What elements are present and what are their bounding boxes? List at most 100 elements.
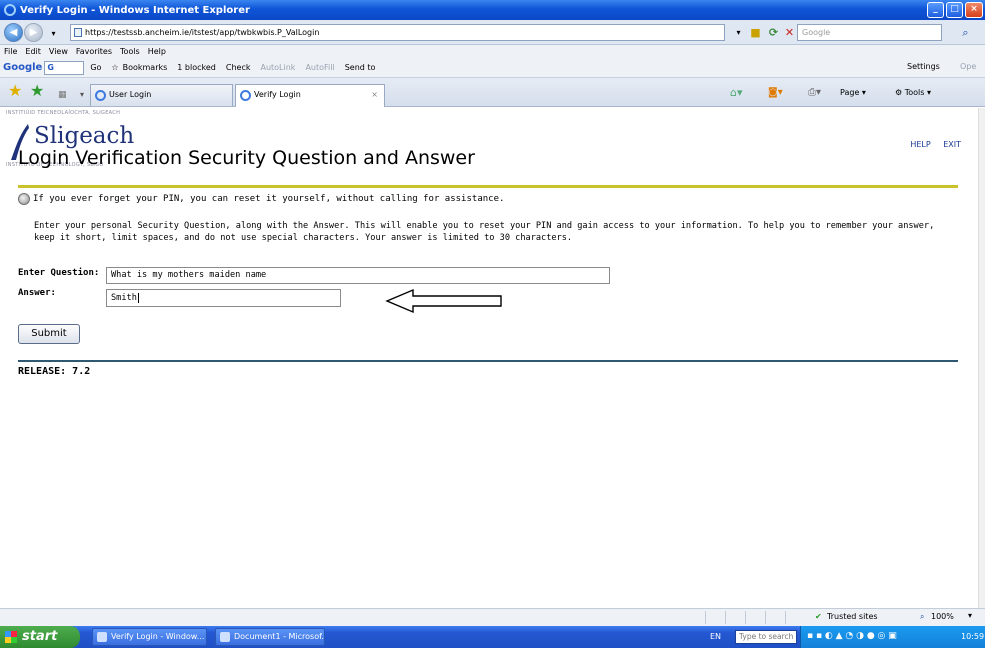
google-toolbar: Google G Go ☆ Bookmarks 1 blocked Check … xyxy=(0,58,985,78)
menu-favorites[interactable]: Favorites xyxy=(76,47,112,56)
security-zone[interactable]: Trusted sites xyxy=(827,612,878,621)
annotation-arrow-icon xyxy=(385,288,502,314)
page-title: Login Verification Security Question and… xyxy=(18,147,475,169)
lightbulb-icon xyxy=(18,193,30,205)
instructions-line-2: keep it short, limit spaces, and do not … xyxy=(34,233,573,243)
status-segment xyxy=(785,611,786,624)
address-dropdown-icon[interactable]: ▾ xyxy=(731,25,746,40)
address-url: https://testssb.ancheim.ie/itstest/app/t… xyxy=(85,28,320,37)
menu-bar: File Edit View Favorites Tools Help xyxy=(0,45,985,58)
task-label: Document1 - Microsof... xyxy=(234,632,325,641)
exit-link[interactable]: EXIT xyxy=(943,140,961,149)
google-settings-button[interactable]: Settings xyxy=(907,62,940,71)
page-menu-button[interactable]: Page ▾ xyxy=(840,86,866,100)
history-dropdown-icon[interactable]: ▾ xyxy=(46,26,61,41)
gear-icon: ⚙ xyxy=(895,88,903,97)
tab-label: User Login xyxy=(109,90,152,99)
forward-button[interactable]: ▶ xyxy=(24,23,43,42)
question-input[interactable]: What is my mothers maiden name xyxy=(106,267,610,284)
submit-button[interactable]: Submit xyxy=(18,324,80,344)
tools-menu-button[interactable]: ⚙ Tools ▾ xyxy=(895,86,931,100)
google-go-button[interactable]: Go xyxy=(90,63,101,72)
answer-label: Answer: xyxy=(18,288,56,298)
desktop-search-input[interactable]: Type to search xyxy=(735,630,797,644)
search-placeholder: Google xyxy=(802,28,831,37)
lock-icon[interactable]: ■ xyxy=(748,25,763,40)
tab-ie-icon xyxy=(95,90,106,101)
page-content: INSTITIÚID TEICNEOLAÍOCHTA, SLIGEACH Sli… xyxy=(0,108,978,608)
send-to-button[interactable]: Send to xyxy=(345,63,376,72)
google-logo: Google xyxy=(3,62,43,73)
language-indicator[interactable]: EN xyxy=(710,632,721,641)
search-input[interactable]: Google xyxy=(797,24,942,41)
close-tab-icon[interactable]: × xyxy=(371,85,378,105)
tabs-bar: ★ ★ ▦ ▾ User Login Verify Login × ⌂▾ ◙▾ … xyxy=(0,78,985,107)
search-icon[interactable]: ⌕ xyxy=(958,25,973,40)
stop-icon[interactable]: ✕ xyxy=(782,25,797,40)
tip-text: If you ever forget your PIN, you can res… xyxy=(33,194,505,204)
zoom-dropdown-icon[interactable]: ▾ xyxy=(968,611,972,620)
menu-file[interactable]: File xyxy=(4,47,17,56)
print-icon[interactable]: ⎙▾ xyxy=(808,86,821,100)
feeds-icon[interactable]: ◙▾ xyxy=(768,86,783,100)
header-divider xyxy=(18,185,958,188)
zoom-level[interactable]: 100% xyxy=(931,612,954,621)
window-title-bar: Verify Login - Windows Internet Explorer… xyxy=(0,0,985,20)
windows-logo-icon xyxy=(5,631,17,643)
info-tip: If you ever forget your PIN, you can res… xyxy=(18,193,504,205)
status-bar: ✔ Trusted sites ⌕ 100% ▾ xyxy=(0,608,985,626)
vertical-scrollbar[interactable] xyxy=(978,108,985,608)
menu-tools[interactable]: Tools xyxy=(120,47,140,56)
bookmark-star-icon[interactable]: ☆ xyxy=(111,63,118,72)
autolink-button[interactable]: AutoLink xyxy=(260,63,295,72)
tray-icons[interactable]: ▪ ▪ ◐ ▲ ◔ ◑ ● ◎ ▣ xyxy=(807,631,897,641)
tab-list-icon[interactable]: ▾ xyxy=(80,87,84,103)
ie-task-icon xyxy=(97,632,107,642)
menu-help[interactable]: Help xyxy=(148,47,166,56)
minimize-button[interactable]: _ xyxy=(927,2,944,18)
home-icon[interactable]: ⌂▾ xyxy=(730,86,743,100)
popup-blocked-button[interactable]: 1 blocked xyxy=(177,63,216,72)
tab-verify-login[interactable]: Verify Login × xyxy=(235,84,385,107)
release-label: RELEASE: 7.2 xyxy=(18,366,91,377)
word-task-icon xyxy=(220,632,230,642)
toolbar-overflow[interactable]: Ope xyxy=(960,62,976,71)
taskbar-item-verify-login[interactable]: Verify Login - Window... xyxy=(92,628,207,646)
add-favorites-icon[interactable]: ★ xyxy=(30,83,44,99)
google-search-input[interactable]: G xyxy=(44,60,85,75)
refresh-icon[interactable]: ⟳ xyxy=(766,25,781,40)
tools-menu-label: Tools xyxy=(904,88,925,97)
menu-view[interactable]: View xyxy=(49,47,68,56)
tab-ie-icon xyxy=(240,90,251,101)
quick-tabs-icon[interactable]: ▦ xyxy=(58,87,67,103)
start-button[interactable]: start xyxy=(0,626,80,648)
trusted-check-icon: ✔ xyxy=(815,612,822,621)
address-input[interactable]: https://testssb.ancheim.ie/itstest/app/t… xyxy=(70,24,725,41)
spell-check-button[interactable]: Check xyxy=(226,63,251,72)
answer-input[interactable]: Smith​ xyxy=(106,289,341,307)
tab-user-login[interactable]: User Login xyxy=(90,84,233,106)
google-bookmarks-button[interactable]: Bookmarks xyxy=(123,63,168,72)
status-segment xyxy=(725,611,726,624)
maximize-button[interactable]: □ xyxy=(946,2,963,18)
footer-divider xyxy=(18,360,958,362)
clock[interactable]: 10:59 xyxy=(961,632,984,641)
ie-icon xyxy=(4,4,16,16)
autofill-button[interactable]: AutoFill xyxy=(305,63,334,72)
help-link[interactable]: HELP xyxy=(910,140,930,149)
menu-edit[interactable]: Edit xyxy=(25,47,41,56)
status-segment xyxy=(765,611,766,624)
close-button[interactable]: × xyxy=(965,2,983,18)
task-label: Verify Login - Window... xyxy=(111,632,205,641)
taskbar-item-document[interactable]: Document1 - Microsof... xyxy=(215,628,325,646)
status-segment xyxy=(705,611,706,624)
page-icon xyxy=(74,28,82,37)
start-label: start xyxy=(22,629,58,644)
tab-label: Verify Login xyxy=(254,90,301,99)
text-cursor: ​ xyxy=(137,293,139,303)
favorites-star-icon[interactable]: ★ xyxy=(8,83,22,99)
back-button[interactable]: ◀ xyxy=(4,23,23,42)
status-segment xyxy=(745,611,746,624)
answer-value: Smith xyxy=(111,293,137,303)
page-menu-label: Page xyxy=(840,88,860,97)
